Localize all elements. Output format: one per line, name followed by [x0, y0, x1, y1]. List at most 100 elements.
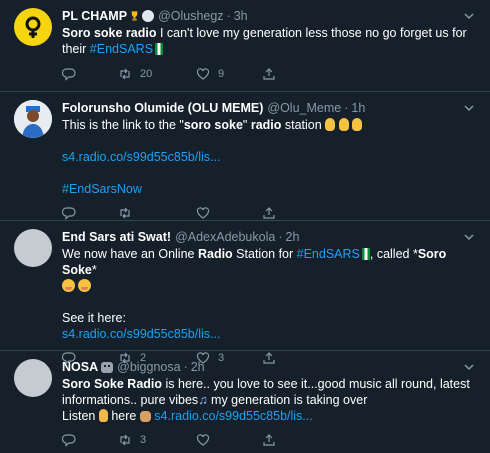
url-link[interactable]: s4.radio.co/s99d55c85b/lis...: [62, 327, 220, 341]
tweet-card[interactable]: Folorunsho Olumide (OLU MEME) @Olu_Meme …: [0, 92, 490, 221]
chevron-down-icon[interactable]: [462, 9, 476, 23]
tweet-actions: 3: [62, 431, 478, 449]
like-count: 9: [218, 68, 225, 80]
display-name[interactable]: PL CHAMP: [62, 8, 127, 24]
share-button[interactable]: [262, 67, 302, 81]
tweet-text: Soro Soke Radio is here.. you love to se…: [62, 376, 478, 424]
avatar[interactable]: [14, 100, 52, 138]
retweet-button[interactable]: 3: [118, 433, 196, 447]
chevron-down-icon[interactable]: [462, 101, 476, 115]
timestamp[interactable]: 2h: [286, 229, 300, 245]
text-segment: We now have an Online: [62, 247, 198, 261]
tweet-header: Folorunsho Olumide (OLU MEME) @Olu_Meme …: [62, 100, 478, 116]
text-segment: , called *: [369, 247, 418, 261]
text-segment: This is the link to the ": [62, 118, 184, 132]
retweet-button[interactable]: [118, 206, 196, 220]
chevron-down-icon[interactable]: [462, 230, 476, 244]
timestamp[interactable]: 1h: [351, 100, 365, 116]
text-segment: station: [281, 118, 322, 132]
tweet-header: End Sars ati Swat! @AdexAdebukola · 2h: [62, 229, 478, 245]
share-icon: [263, 68, 275, 80]
pointing-down-icon: [352, 118, 363, 131]
chevron-down-icon[interactable]: [462, 360, 476, 374]
reply-icon: [62, 434, 76, 447]
text-segment: my generation is taking over: [207, 393, 368, 407]
text-segment: Listen: [62, 409, 99, 423]
user-handle[interactable]: @Olushegz: [158, 8, 224, 24]
hashtag-link[interactable]: #EndSARS: [90, 42, 153, 56]
tweet-card[interactable]: PL CHAMP @Olushegz · 3h Soro soke radio …: [0, 0, 490, 92]
display-name[interactable]: End Sars ati Swat!: [62, 229, 171, 245]
female-symbol-icon: [25, 16, 41, 38]
bold-text: radio: [250, 118, 282, 132]
display-name[interactable]: Folorunsho Olumide (OLU MEME): [62, 100, 263, 116]
ear-icon: [98, 409, 108, 422]
hashtag-link[interactable]: #EndSarsNow: [62, 182, 142, 196]
hashtag-link[interactable]: #EndSARS: [297, 247, 360, 261]
user-handle[interactable]: @Olu_Meme: [267, 100, 341, 116]
reply-button[interactable]: [62, 433, 118, 447]
reply-icon: [62, 207, 76, 220]
avatar[interactable]: [14, 229, 52, 267]
separator-dot: ·: [278, 230, 283, 244]
share-button[interactable]: [262, 206, 302, 220]
separator-dot: ·: [344, 101, 349, 115]
bold-text: soro soke: [183, 118, 243, 132]
retweet-icon: [120, 434, 130, 446]
tweet-feed: PL CHAMP @Olushegz · 3h Soro soke radio …: [0, 0, 490, 453]
tweet-actions: [62, 204, 478, 222]
avatar[interactable]: [14, 359, 52, 397]
share-button[interactable]: [262, 433, 302, 447]
heart-icon: [196, 68, 210, 80]
retweet-icon: [120, 207, 130, 219]
tweet-header: NOSA @biggnosa · 2h: [62, 359, 478, 375]
music-notes-icon: ♫: [198, 393, 208, 407]
pointing-down-icon: [338, 118, 349, 131]
reply-button[interactable]: [62, 206, 118, 220]
pointing-right-icon: [139, 411, 151, 422]
smiling-face-icon: [78, 279, 92, 292]
verified-circle-icon: [142, 10, 155, 22]
retweet-count: 20: [140, 68, 153, 80]
tweet-text: Soro soke radio I can't love my generati…: [62, 25, 478, 57]
heart-icon: [196, 207, 210, 219]
pointing-down-icon: [325, 118, 336, 131]
smiling-face-icon: [62, 279, 75, 292]
text-segment: here: [107, 409, 140, 423]
bold-text: Soro Soke Radio: [62, 377, 163, 391]
tweet-actions: 20 9: [62, 65, 478, 83]
robot-face-icon: [101, 361, 114, 373]
nigeria-flag-icon: [361, 248, 370, 260]
like-button[interactable]: [196, 206, 262, 220]
text-segment: See it here:: [62, 311, 126, 325]
user-handle[interactable]: @biggnosa: [117, 359, 180, 375]
tweet-header: PL CHAMP @Olushegz · 3h: [62, 8, 478, 24]
profile-photo-icon: [14, 100, 52, 138]
tweet-text: We now have an Online Radio Station for …: [62, 246, 478, 342]
url-link[interactable]: s4.radio.co/s99d55c85b/lis...: [62, 150, 220, 164]
timestamp[interactable]: 3h: [234, 8, 248, 24]
like-button[interactable]: [196, 433, 262, 447]
tweet-card[interactable]: NOSA @biggnosa · 2h Soro Soke Radio is h…: [0, 351, 490, 453]
url-link[interactable]: s4.radio.co/s99d55c85b/lis...: [154, 409, 312, 423]
retweet-count: 3: [140, 434, 147, 446]
retweet-button[interactable]: 20: [118, 67, 196, 81]
avatar[interactable]: [14, 8, 52, 46]
heart-icon: [196, 434, 210, 446]
timestamp[interactable]: 2h: [191, 359, 205, 375]
like-button[interactable]: 9: [196, 67, 262, 81]
text-segment: Station for: [232, 247, 297, 261]
tweet-text: This is the link to the "soro soke" radi…: [62, 117, 478, 197]
share-icon: [263, 207, 275, 219]
text-segment: ": [242, 118, 251, 132]
tweet-card[interactable]: End Sars ati Swat! @AdexAdebukola · 2h W…: [0, 221, 490, 365]
nigeria-flag-icon: [155, 43, 164, 55]
bold-text: Radio: [197, 247, 233, 261]
trophy-icon: [131, 11, 138, 21]
reply-icon: [62, 68, 76, 81]
text-segment: *: [91, 263, 97, 277]
separator-dot: ·: [226, 9, 231, 23]
user-handle[interactable]: @AdexAdebukola: [175, 229, 275, 245]
reply-button[interactable]: [62, 67, 118, 81]
display-name[interactable]: NOSA: [62, 359, 98, 375]
